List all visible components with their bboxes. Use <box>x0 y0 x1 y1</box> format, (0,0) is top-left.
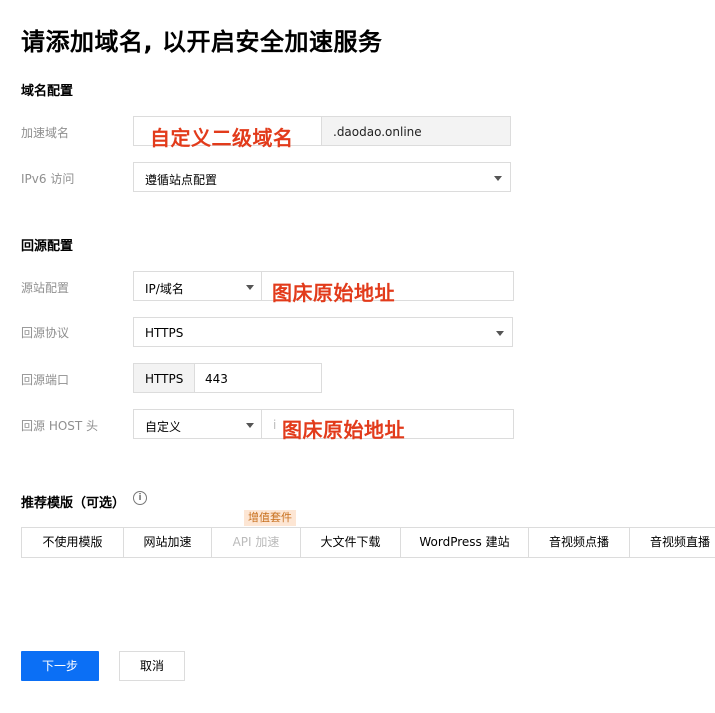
value-added-badge: 增值套件 <box>244 510 296 526</box>
protocol-select[interactable]: HTTPS <box>133 317 513 347</box>
origin-type-value: IP/域名 <box>145 282 184 296</box>
accel-domain-label: 加速域名 <box>21 126 70 140</box>
protocol-label: 回源协议 <box>21 326 70 340</box>
origin-type-select[interactable]: IP/域名 <box>133 271 262 301</box>
tab-live[interactable]: 音视频直播 <box>630 528 715 557</box>
domain-suffix-box: .daodao.online <box>321 116 511 146</box>
ipv6-select[interactable]: 遵循站点配置 <box>133 162 511 192</box>
origin-annotation: 图床原始地址 <box>272 281 395 305</box>
tab-no-template[interactable]: 不使用模版 <box>22 528 124 557</box>
tab-website-accel[interactable]: 网站加速 <box>124 528 212 557</box>
page-title: 请添加域名, 以开启安全加速服务 <box>21 28 383 56</box>
host-label: 回源 HOST 头 <box>21 419 99 433</box>
tab-vod[interactable]: 音视频点播 <box>529 528 630 557</box>
next-button[interactable]: 下一步 <box>21 651 99 681</box>
tab-wordpress[interactable]: WordPress 建站 <box>401 528 529 557</box>
origin-label: 源站配置 <box>21 281 70 295</box>
chevron-down-icon <box>494 176 502 181</box>
chevron-down-icon <box>246 285 254 290</box>
host-type-value: 自定义 <box>145 420 182 434</box>
host-placeholder: i <box>273 418 277 432</box>
tab-large-file-download[interactable]: 大文件下载 <box>301 528 401 557</box>
accel-domain-annotation: 自定义二级域名 <box>150 126 294 150</box>
template-tabs: 不使用模版 网站加速 API 加速 大文件下载 WordPress 建站 音视频… <box>21 527 715 558</box>
port-label: 回源端口 <box>21 373 70 387</box>
host-type-select[interactable]: 自定义 <box>133 409 262 439</box>
info-icon[interactable]: i <box>133 491 147 505</box>
host-annotation: 图床原始地址 <box>282 418 405 442</box>
templates-title: 推荐模版（可选） <box>21 496 126 511</box>
origin-config-title: 回源配置 <box>21 239 74 254</box>
cancel-button[interactable]: 取消 <box>119 651 185 681</box>
domain-config-title: 域名配置 <box>21 84 74 99</box>
ipv6-value: 遵循站点配置 <box>145 173 218 187</box>
domain-suffix: .daodao.online <box>333 125 422 139</box>
port-prefix-box: HTTPS <box>133 363 195 393</box>
chevron-down-icon <box>496 331 504 336</box>
tab-api-accel: API 加速 <box>212 528 301 557</box>
ipv6-label: IPv6 访问 <box>21 172 75 186</box>
chevron-down-icon <box>246 423 254 428</box>
port-input[interactable]: 443 <box>194 363 322 393</box>
protocol-value: HTTPS <box>145 326 184 340</box>
port-prefix: HTTPS <box>145 372 184 386</box>
port-value: 443 <box>205 372 228 386</box>
